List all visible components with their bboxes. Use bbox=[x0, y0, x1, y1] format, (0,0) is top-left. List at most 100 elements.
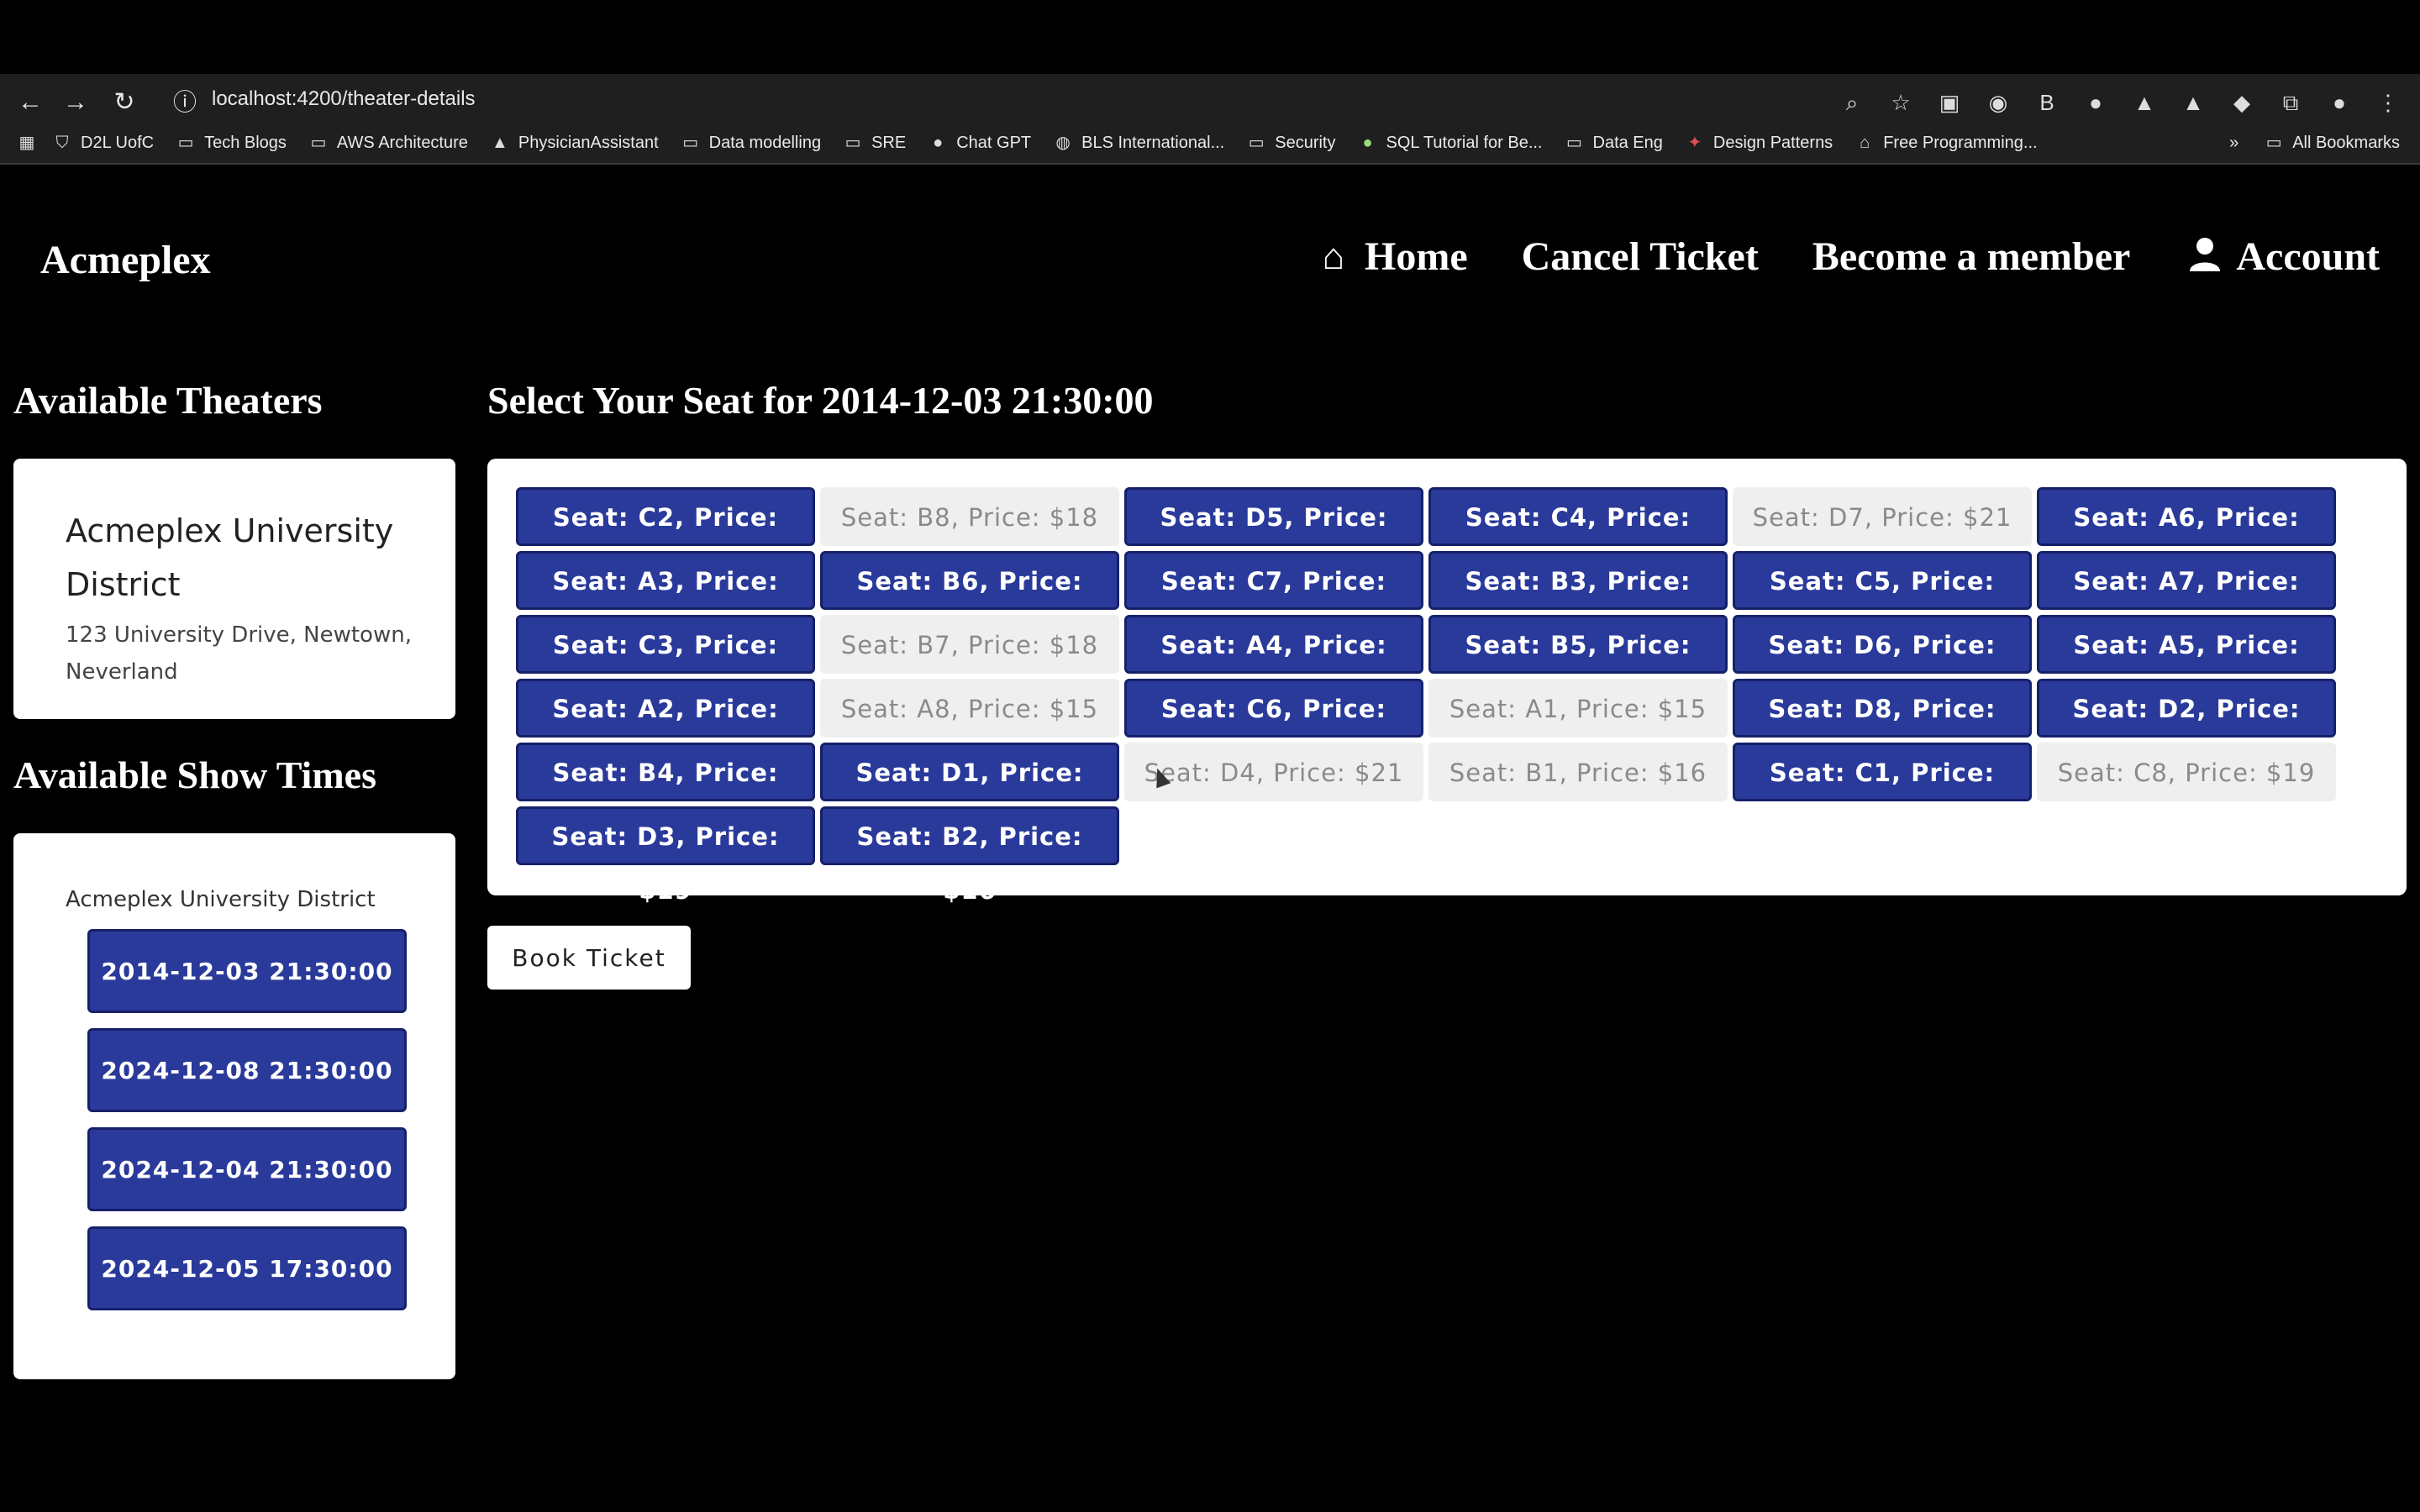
seat-button-available[interactable]: Seat: B4, Price: $18 bbox=[516, 743, 815, 841]
pattern-icon: ✦ bbox=[1687, 134, 1702, 152]
seat-button-unavailable[interactable]: Seat: B8, Price: $18 bbox=[820, 487, 1119, 546]
bookmark-item[interactable]: ▲ PhysicianAssistant bbox=[490, 133, 659, 153]
nav-become-member[interactable]: Become a member bbox=[1812, 234, 2131, 280]
seat-button-unavailable[interactable]: Seat: B1, Price: $16 bbox=[1428, 743, 1728, 801]
folder-icon: ▭ bbox=[1566, 134, 1582, 152]
folder-icon: ▭ bbox=[310, 134, 327, 152]
zoom-icon[interactable]: ⌕ bbox=[1837, 87, 1867, 118]
user-icon bbox=[2184, 236, 2226, 278]
bookmarks-overflow: » ▭ All Bookmarks bbox=[2229, 123, 2400, 163]
theater-card[interactable]: Acmeplex University District 123 Univers… bbox=[13, 459, 455, 719]
shield-icon: ⛉ bbox=[55, 134, 69, 152]
folder-icon: ▭ bbox=[1248, 134, 1265, 152]
forward-arrow-icon[interactable]: → bbox=[57, 84, 94, 121]
bookmark-item[interactable]: ⌂ Free Programming... bbox=[1854, 133, 2037, 153]
seat-button-available[interactable]: Seat: C3, Price: $19 bbox=[516, 615, 815, 713]
seat-panel: Seat: C2, Price: $19Seat: B8, Price: $18… bbox=[487, 459, 2407, 905]
showtime-button[interactable]: 2024-12-08 21:30:00 bbox=[87, 1028, 407, 1112]
apps-icon[interactable]: ▦ bbox=[17, 133, 37, 153]
extension-icon[interactable]: ▲ bbox=[2129, 87, 2160, 118]
seat-button-available[interactable]: Seat: B3, Price: $18 bbox=[1428, 551, 1728, 649]
back-arrow-icon[interactable]: ← bbox=[12, 84, 49, 121]
brand-logo[interactable]: Acmeplex bbox=[40, 237, 211, 283]
extension-icon[interactable]: ● bbox=[2081, 87, 2111, 118]
seat-button-available[interactable]: Seat: A3, Price: $15 bbox=[516, 551, 815, 649]
seat-button-available[interactable]: Seat: D1, Price: $19 bbox=[820, 743, 1119, 841]
folder-icon: ▭ bbox=[844, 134, 861, 152]
showtime-button[interactable]: 2014-12-03 21:30:00 bbox=[87, 929, 407, 1013]
extension-icon[interactable]: ▲ bbox=[2178, 87, 2208, 118]
seat-button-available[interactable]: Seat: C5, Price: $19 bbox=[1733, 551, 2032, 649]
seat-button-unavailable[interactable]: Seat: C8, Price: $19 bbox=[2037, 743, 2336, 801]
seat-button-available[interactable]: Seat: B5, Price: $19 bbox=[1428, 615, 1728, 713]
seat-button-unavailable[interactable]: Seat: B7, Price: $18 bbox=[820, 615, 1119, 674]
seat-selection-title: Select Your Seat for 2014-12-03 21:30:00 bbox=[487, 379, 1154, 422]
github-icon: ⌂ bbox=[1860, 134, 1870, 152]
seat-button-available[interactable]: Seat: A2, Price: $15 bbox=[516, 679, 815, 777]
reload-icon[interactable]: ↻ bbox=[106, 84, 143, 121]
nav-account[interactable]: Account bbox=[2184, 234, 2380, 280]
theater-address: 123 University Drive, Newtown, Neverland bbox=[66, 622, 412, 685]
bookmark-item[interactable]: ▭ SRE bbox=[843, 133, 907, 153]
seat-button-available[interactable]: Seat: D6, Price: $21 bbox=[1733, 615, 2032, 713]
theater-name: Acmeplex University District bbox=[66, 512, 394, 603]
bookmark-item[interactable]: ◍ BLS International... bbox=[1053, 133, 1224, 153]
star-icon[interactable]: ☆ bbox=[1886, 87, 1916, 118]
bookmark-item[interactable]: ✦ Design Patterns bbox=[1685, 133, 1833, 153]
bookmark-item[interactable]: ▭ Data Eng bbox=[1565, 133, 1663, 153]
seat-button-unavailable[interactable]: Seat: A8, Price: $15 bbox=[820, 679, 1119, 738]
seat-button-available[interactable]: Seat: C4, Price: $19 bbox=[1428, 487, 1728, 585]
theaters-heading: Available Theaters bbox=[13, 379, 323, 422]
seat-button-available[interactable]: Seat: A5, Price: $15 bbox=[2037, 615, 2336, 713]
bookmark-item[interactable]: ● SQL Tutorial for Be... bbox=[1357, 133, 1542, 153]
extension-icon[interactable]: ◆ bbox=[2227, 87, 2257, 118]
seat-button-available[interactable]: Seat: A6, Price: $15 bbox=[2037, 487, 2336, 585]
bookmarks-bar: ▦ ⛉ D2L UofC ▭ Tech Blogs ▭ AWS Architectur… bbox=[0, 123, 2420, 163]
address-bar[interactable]: localhost:4200/theater-details bbox=[212, 87, 476, 111]
extension-icon[interactable]: ◉ bbox=[1983, 87, 2013, 118]
top-navigation: ⌂ Home Cancel Ticket Become a member Acc… bbox=[1313, 234, 2380, 280]
bookmark-item[interactable]: ⛉ D2L UofC bbox=[52, 133, 155, 153]
book-ticket-button[interactable]: Book Ticket bbox=[487, 926, 691, 990]
profile-avatar-icon[interactable]: ● bbox=[2324, 87, 2354, 118]
seat-button-available[interactable]: Seat: B2, Price: $16 bbox=[820, 806, 1119, 905]
bookmark-item[interactable]: ▭ Data modelling bbox=[681, 133, 821, 153]
seat-button-available[interactable]: Seat: C6, Price: $19 bbox=[1124, 679, 1423, 777]
site-info-icon[interactable]: ⓘ bbox=[168, 86, 202, 119]
all-bookmarks[interactable]: ▭ All Bookmarks bbox=[2264, 133, 2400, 153]
nav-home[interactable]: ⌂ Home bbox=[1313, 234, 1468, 280]
seat-button-available[interactable]: Seat: C7, Price: $19 bbox=[1124, 551, 1423, 649]
extension-icon[interactable]: B bbox=[2032, 87, 2062, 118]
bookmark-item[interactable]: ▭ AWS Architecture bbox=[308, 133, 467, 153]
chevron-double-right-icon[interactable]: » bbox=[2229, 134, 2238, 153]
seat-button-available[interactable]: Seat: A7, Price: $15 bbox=[2037, 551, 2336, 649]
extension-icon[interactable]: ▣ bbox=[1934, 87, 1965, 118]
seat-button-available[interactable]: Seat: B6, Price: $18 bbox=[820, 551, 1119, 649]
seat-button-available[interactable]: Seat: D8, Price: $21 bbox=[1733, 679, 2032, 777]
circle-icon: ● bbox=[933, 134, 944, 152]
showtime-button[interactable]: 2024-12-04 21:30:00 bbox=[87, 1127, 407, 1211]
menu-dots-icon[interactable]: ⋮ bbox=[2373, 87, 2403, 118]
seat-button-available[interactable]: Seat: D2, Price: $19 bbox=[2037, 679, 2336, 777]
nav-cancel-ticket[interactable]: Cancel Ticket bbox=[1522, 234, 1759, 280]
seat-button-unavailable[interactable]: Seat: A1, Price: $15 bbox=[1428, 679, 1728, 738]
puzzle-icon[interactable]: ⧉ bbox=[2275, 87, 2306, 118]
bookmark-item[interactable]: ▭ Security bbox=[1246, 133, 1336, 153]
browser-toolbar: ⌕ ☆ ▣ ◉ B ● ▲ ▲ ◆ ⧉ ● ⋮ bbox=[1837, 84, 2403, 121]
showtime-button[interactable]: 2024-12-05 17:30:00 bbox=[87, 1226, 407, 1310]
folder-icon: ▭ bbox=[177, 134, 194, 152]
home-icon: ⌂ bbox=[1322, 235, 1345, 277]
seat-button-available[interactable]: Seat: D5, Price: $21 bbox=[1124, 487, 1423, 585]
browser-chrome: ← → ↻ ⓘ localhost:4200/theater-details ⌕… bbox=[0, 74, 2420, 165]
seat-button-available[interactable]: Seat: D3, Price: $19 bbox=[516, 806, 815, 905]
seat-button-available[interactable]: Seat: A4, Price: $15 bbox=[1124, 615, 1423, 713]
seat-button-available[interactable]: Seat: C1, Price: $18 bbox=[1733, 743, 2032, 841]
bookmark-item[interactable]: ▭ Tech Blogs bbox=[176, 133, 287, 153]
globe-icon: ◍ bbox=[1055, 134, 1071, 152]
seat-grid: Seat: C2, Price: $19Seat: B8, Price: $18… bbox=[516, 487, 2407, 905]
seat-button-unavailable[interactable]: Seat: D4, Price: $21 bbox=[1124, 743, 1423, 801]
bookmark-item[interactable]: ● Chat GPT bbox=[928, 133, 1031, 153]
showtimes-heading: Available Show Times bbox=[13, 753, 376, 796]
seat-button-unavailable[interactable]: Seat: D7, Price: $21 bbox=[1733, 487, 2032, 546]
seat-button-available[interactable]: Seat: C2, Price: $19 bbox=[516, 487, 815, 585]
